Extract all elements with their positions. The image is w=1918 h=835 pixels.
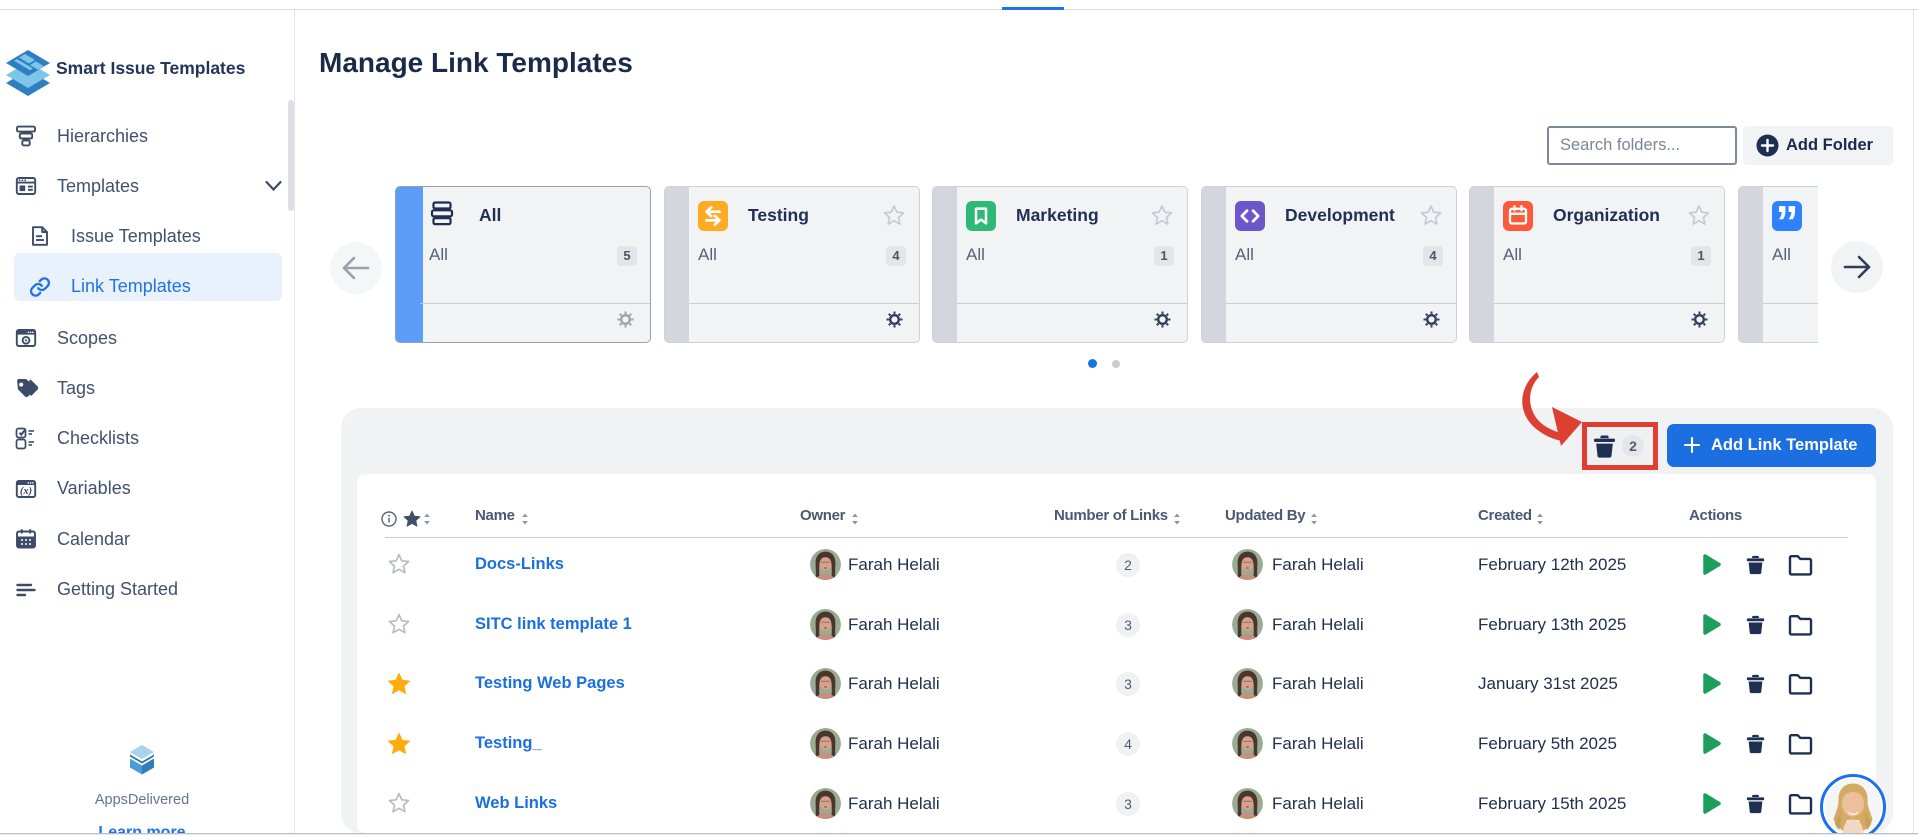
svg-text:”: ” [1776,201,1799,231]
svg-text:(x): (x) [20,486,32,497]
